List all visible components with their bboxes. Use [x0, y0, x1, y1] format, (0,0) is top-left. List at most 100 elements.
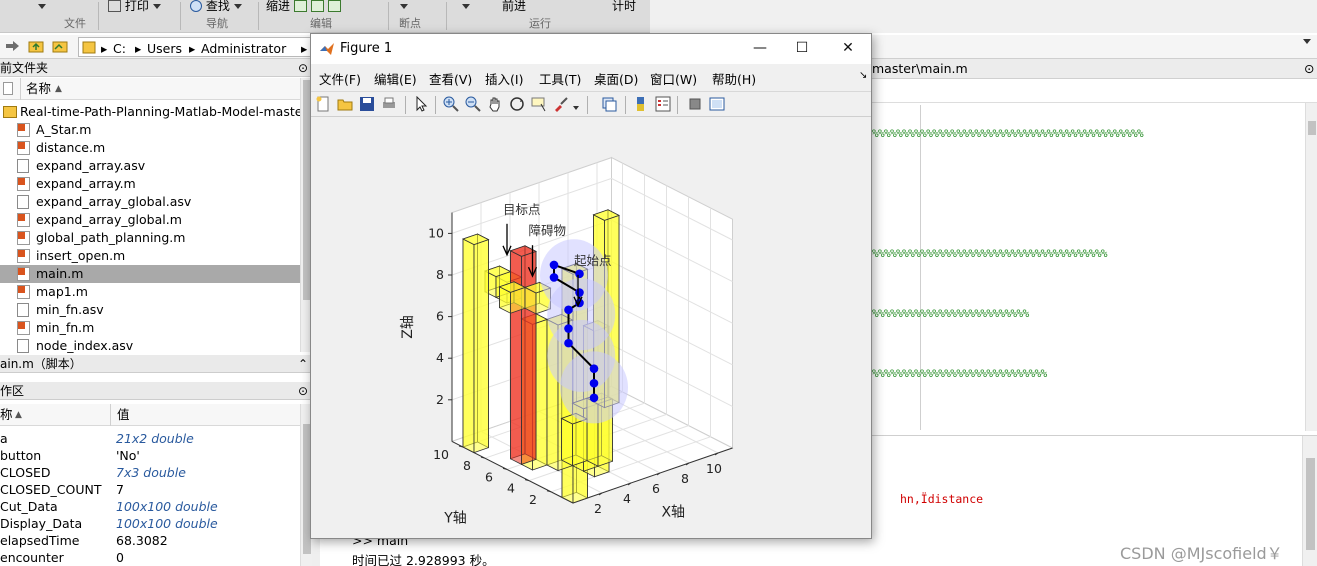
data-cursor-icon[interactable]: [531, 96, 547, 112]
up-folder-icon[interactable]: [28, 39, 44, 53]
path-point[interactable]: [575, 288, 584, 297]
path-point[interactable]: [564, 305, 573, 315]
minimize-button[interactable]: —: [751, 40, 769, 56]
path-point[interactable]: [549, 273, 559, 282]
rotate-3d-icon[interactable]: [509, 96, 525, 112]
crumb-drive[interactable]: C:: [113, 41, 126, 56]
file-item[interactable]: node_index.asv: [0, 337, 300, 355]
menu-file[interactable]: 文件(F): [319, 69, 361, 88]
file-item[interactable]: map1.m: [0, 283, 300, 301]
menu-dock-arrow-icon[interactable]: ↘: [859, 70, 867, 81]
crumb-users[interactable]: Users: [147, 41, 182, 56]
advance-button[interactable]: 前进: [502, 0, 526, 14]
file-item[interactable]: expand_array.asv: [0, 157, 300, 175]
file-column-header[interactable]: 名称 ▲: [0, 78, 300, 100]
code-comment[interactable]: %%%%%%%%%%%%%%%%%%%%%%%%%%%%%%%%%%%%%%%%…: [872, 127, 1144, 140]
show-plot-tools-icon[interactable]: [709, 96, 725, 112]
file-item[interactable]: expand_array_global.asv: [0, 193, 300, 211]
panel-menu-icon[interactable]: ⊙: [298, 59, 308, 77]
colorbar-icon[interactable]: [633, 96, 649, 112]
workspace-variable-row[interactable]: Display_Data 100x100 double: [0, 515, 300, 532]
code-comment[interactable]: %%%%%%%%%%%%%%%%%%%%%%%%%%: [872, 307, 1029, 320]
file-item[interactable]: expand_array_global.m: [0, 211, 300, 229]
menu-desktop[interactable]: 桌面(D): [594, 69, 638, 88]
indent-button[interactable]: 缩进: [266, 0, 341, 14]
workspace-menu-icon[interactable]: ⊙: [298, 382, 308, 400]
workspace-column-header[interactable]: 称 ▲ 值: [0, 404, 300, 426]
code-comment[interactable]: %%%%%%%%%%%%%%%%%%%%%%%%%%%%%%%%%%%%%%%: [872, 247, 1107, 260]
obstacle-box[interactable]: [462, 238, 475, 454]
code-comment[interactable]: %%%%%%%%%%%%%%%%%%%%%%%%%%%%%: [872, 367, 1047, 380]
file-item[interactable]: main.m: [0, 265, 300, 283]
forward-arrow-icon[interactable]: [4, 39, 20, 53]
brush-dropdown[interactable]: [573, 100, 579, 110]
path-point[interactable]: [564, 324, 573, 333]
command-scrollbar[interactable]: [1302, 436, 1317, 566]
crumb-administrator[interactable]: Administrator: [201, 41, 286, 56]
obstacle-box[interactable]: [473, 239, 489, 454]
file-item[interactable]: A_Star.m: [0, 121, 300, 139]
browse-folder-icon[interactable]: [52, 39, 68, 53]
zoom-in-icon[interactable]: [443, 96, 459, 112]
file-item[interactable]: insert_open.m: [0, 247, 300, 265]
zoom-out-icon[interactable]: [465, 96, 481, 112]
open-file-icon[interactable]: [337, 96, 353, 112]
details-collapse-icon[interactable]: ⌃: [298, 355, 308, 373]
figure-canvas[interactable]: 2 4 6 8 10 2 4 6 8 10 2 4 6 8 10 X轴 Y轴 Z轴 目标点 障碍物 起始点: [311, 118, 871, 538]
workspace-variable-row[interactable]: elapsedTime 68.3082: [0, 532, 300, 549]
path-point[interactable]: [589, 378, 599, 388]
file-item[interactable]: min_fn.m: [0, 319, 300, 337]
file-item[interactable]: global_path_planning.m: [0, 229, 300, 247]
path-point[interactable]: [575, 269, 584, 279]
ribbon-dropdown-1[interactable]: [38, 0, 46, 14]
menu-view[interactable]: 查看(V): [429, 69, 472, 88]
workspace-variable-row[interactable]: CLOSED_COUNT 7: [0, 481, 300, 498]
obstacle-box[interactable]: [561, 417, 573, 467]
editor-scrollbar[interactable]: [1305, 103, 1317, 431]
editor-menu-icon[interactable]: ⊙: [1304, 59, 1314, 79]
file-item[interactable]: Real-time-Path-Planning-Matlab-Model-mas…: [0, 103, 308, 121]
3d-axes[interactable]: 246810246810246810X轴Y轴Z轴目标点障碍物起始点: [311, 118, 871, 538]
current-folder-path[interactable]: ▸ C: ▸ Users ▸ Administrator ▸ D: [78, 37, 321, 57]
workspace-variable-row[interactable]: Cut_Data 100x100 double: [0, 498, 300, 515]
workspace-variable-row[interactable]: encounter 0: [0, 549, 300, 566]
brush-icon[interactable]: [553, 96, 569, 112]
path-point[interactable]: [589, 364, 599, 373]
menu-edit[interactable]: 编辑(E): [374, 69, 417, 88]
menu-insert[interactable]: 插入(I): [485, 69, 523, 88]
ribbon-dropdown-2[interactable]: [400, 0, 408, 14]
path-point[interactable]: [549, 260, 559, 270]
file-item[interactable]: expand_array.m: [0, 175, 300, 193]
menu-window[interactable]: 窗口(W): [650, 69, 697, 88]
save-icon[interactable]: [359, 96, 375, 112]
workspace-variable-row[interactable]: a 21x2 double: [0, 430, 300, 447]
scrollbar-thumb[interactable]: [1306, 458, 1315, 550]
hide-plot-tools-icon[interactable]: [687, 96, 703, 112]
path-point[interactable]: [589, 393, 599, 403]
find-button[interactable]: 查找: [190, 0, 242, 14]
print-icon[interactable]: [381, 96, 397, 112]
ribbon-dropdown-3[interactable]: [462, 0, 470, 14]
workspace-variable-row[interactable]: CLOSED 7x3 double: [0, 464, 300, 481]
scrollbar-thumb[interactable]: [1308, 121, 1316, 135]
maximize-button[interactable]: ☐: [793, 40, 811, 56]
pointer-icon[interactable]: [413, 96, 429, 112]
workspace-variable-row[interactable]: button 'No': [0, 447, 300, 464]
pan-hand-icon[interactable]: [487, 96, 503, 112]
print-button[interactable]: 打印: [108, 0, 161, 14]
figure-window[interactable]: Figure 1 — ☐ ✕ 文件(F) 编辑(E) 查看(V) 插入(I) 工…: [310, 33, 872, 539]
path-point[interactable]: [564, 338, 573, 348]
menu-tools[interactable]: 工具(T): [539, 69, 581, 88]
file-item[interactable]: distance.m: [0, 139, 300, 157]
obstacle-box[interactable]: [572, 418, 588, 467]
link-plot-icon[interactable]: [601, 96, 617, 112]
new-figure-icon[interactable]: [315, 96, 331, 112]
figure-titlebar[interactable]: Figure 1 — ☐ ✕: [311, 34, 871, 64]
close-button[interactable]: ✕: [839, 40, 857, 56]
menu-help[interactable]: 帮助(H): [712, 69, 756, 88]
timing-button[interactable]: 计时: [612, 0, 636, 14]
address-dropdown[interactable]: [1303, 39, 1311, 44]
goal-obstacle-box[interactable]: [521, 250, 537, 465]
legend-icon[interactable]: [655, 96, 671, 112]
file-item[interactable]: min_fn.asv: [0, 301, 300, 319]
